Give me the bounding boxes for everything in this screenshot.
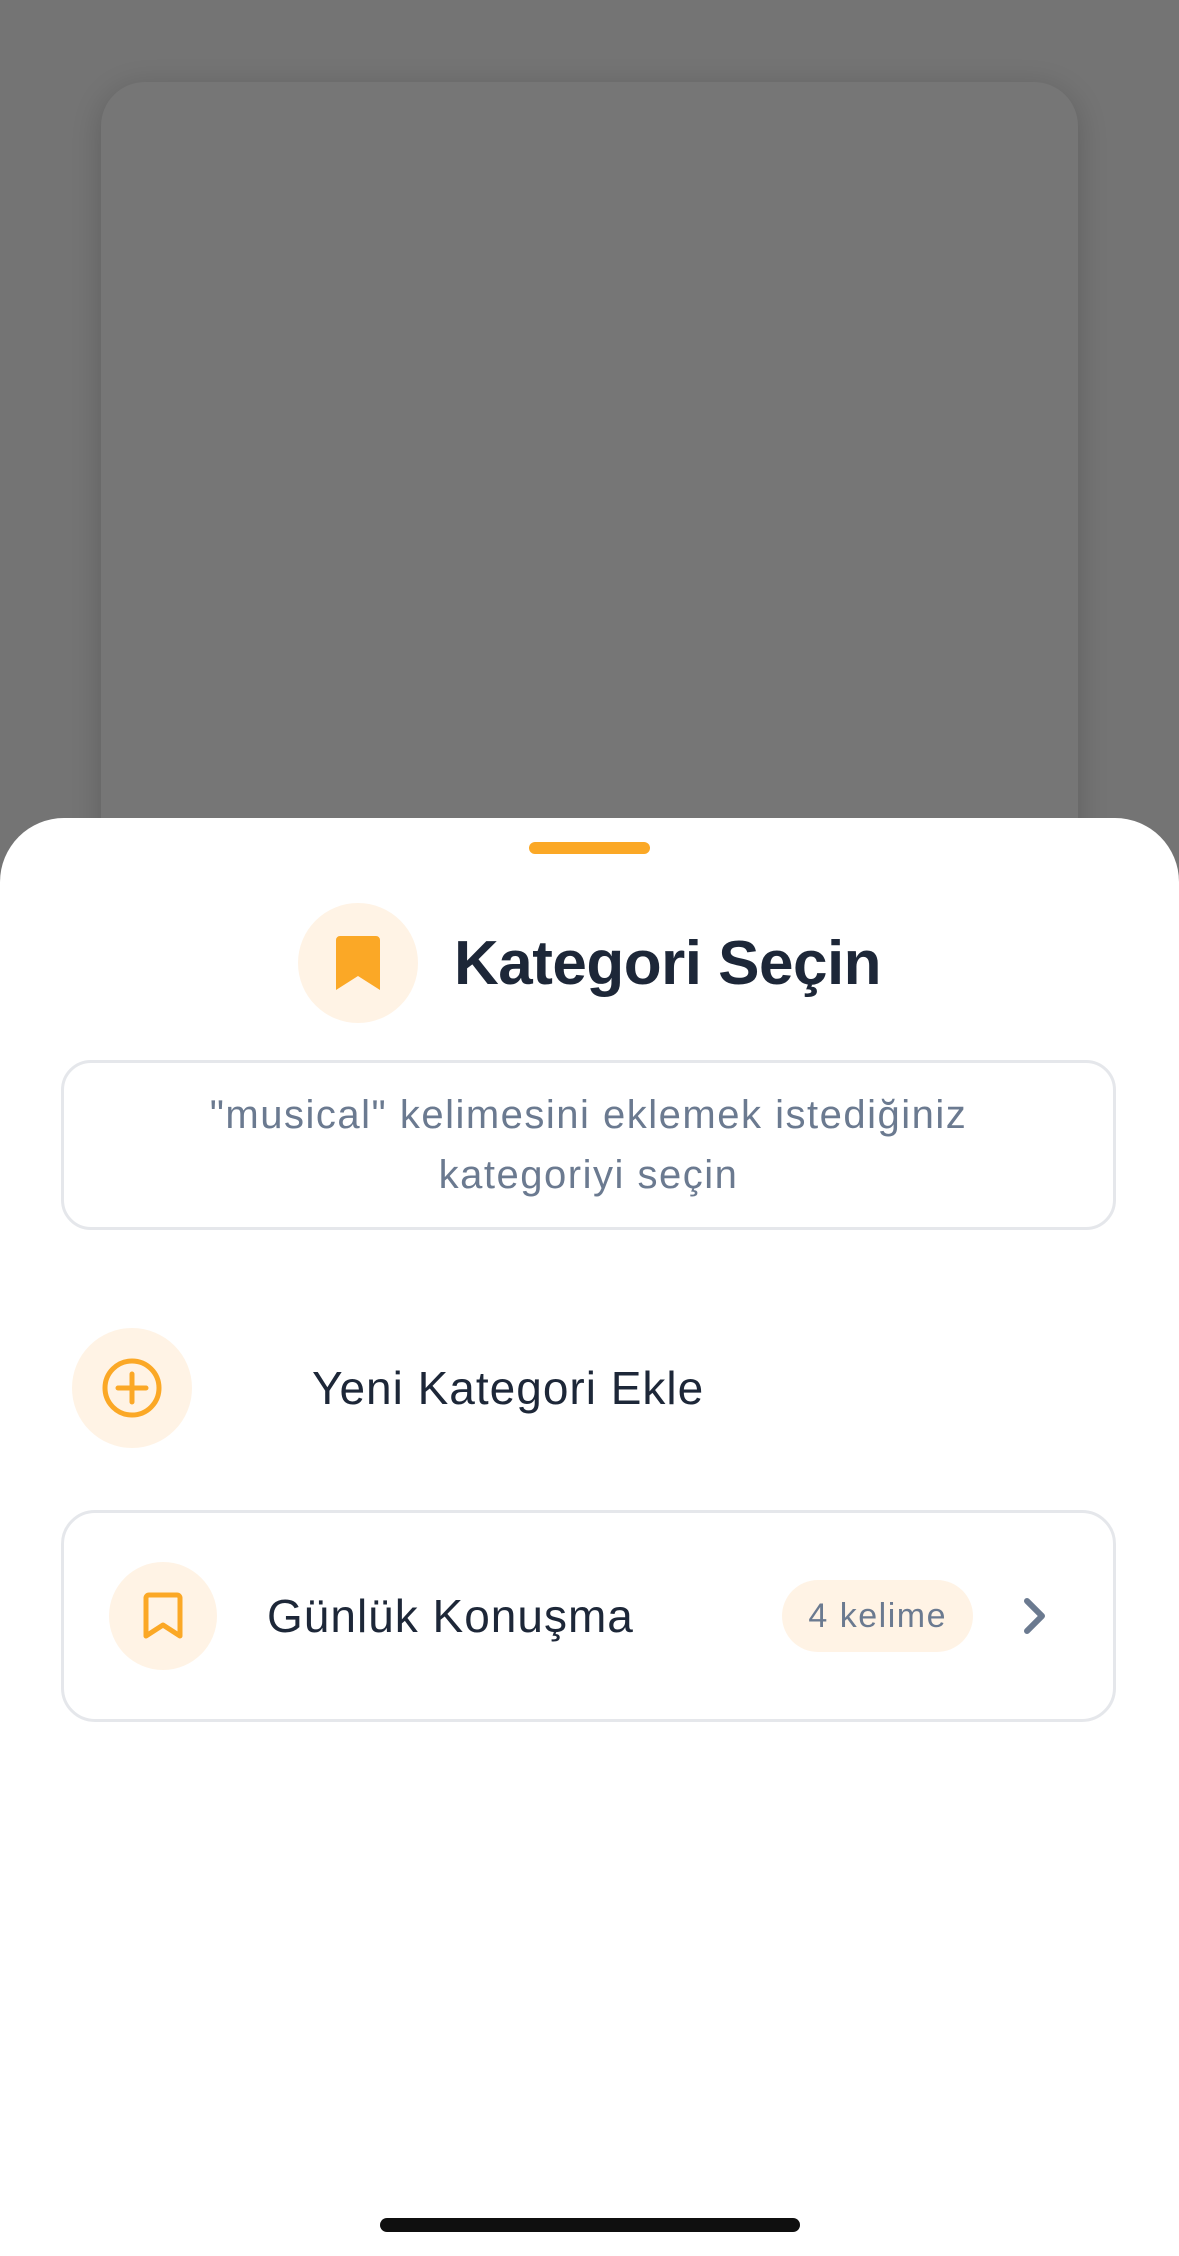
category-picker-sheet: Kategori Seçin "musical" kelimesini ekle…	[0, 818, 1179, 2256]
chevron-right-icon	[1017, 1596, 1053, 1636]
sheet-title: Kategori Seçin	[453, 928, 882, 998]
instruction-box: "musical" kelimesini eklemek istediğiniz…	[61, 1060, 1116, 1230]
bookmark-outline-icon	[109, 1562, 217, 1670]
add-category-button[interactable]: Yeni Kategori Ekle	[72, 1328, 1072, 1448]
plus-circle-icon	[72, 1328, 192, 1448]
sheet-grabber[interactable]	[529, 842, 650, 854]
home-indicator[interactable]	[380, 2218, 800, 2232]
word-count-badge: 4 kelime	[782, 1580, 973, 1652]
add-category-label: Yeni Kategori Ekle	[312, 1362, 705, 1414]
sheet-header: Kategori Seçin	[0, 902, 1179, 1024]
category-name: Günlük Konuşma	[267, 1590, 634, 1642]
bookmark-filled-icon	[297, 903, 418, 1023]
category-item-gunluk-konusma[interactable]: Günlük Konuşma 4 kelime	[61, 1510, 1116, 1722]
instruction-text: "musical" kelimesini eklemek istediğiniz…	[209, 1093, 968, 1197]
